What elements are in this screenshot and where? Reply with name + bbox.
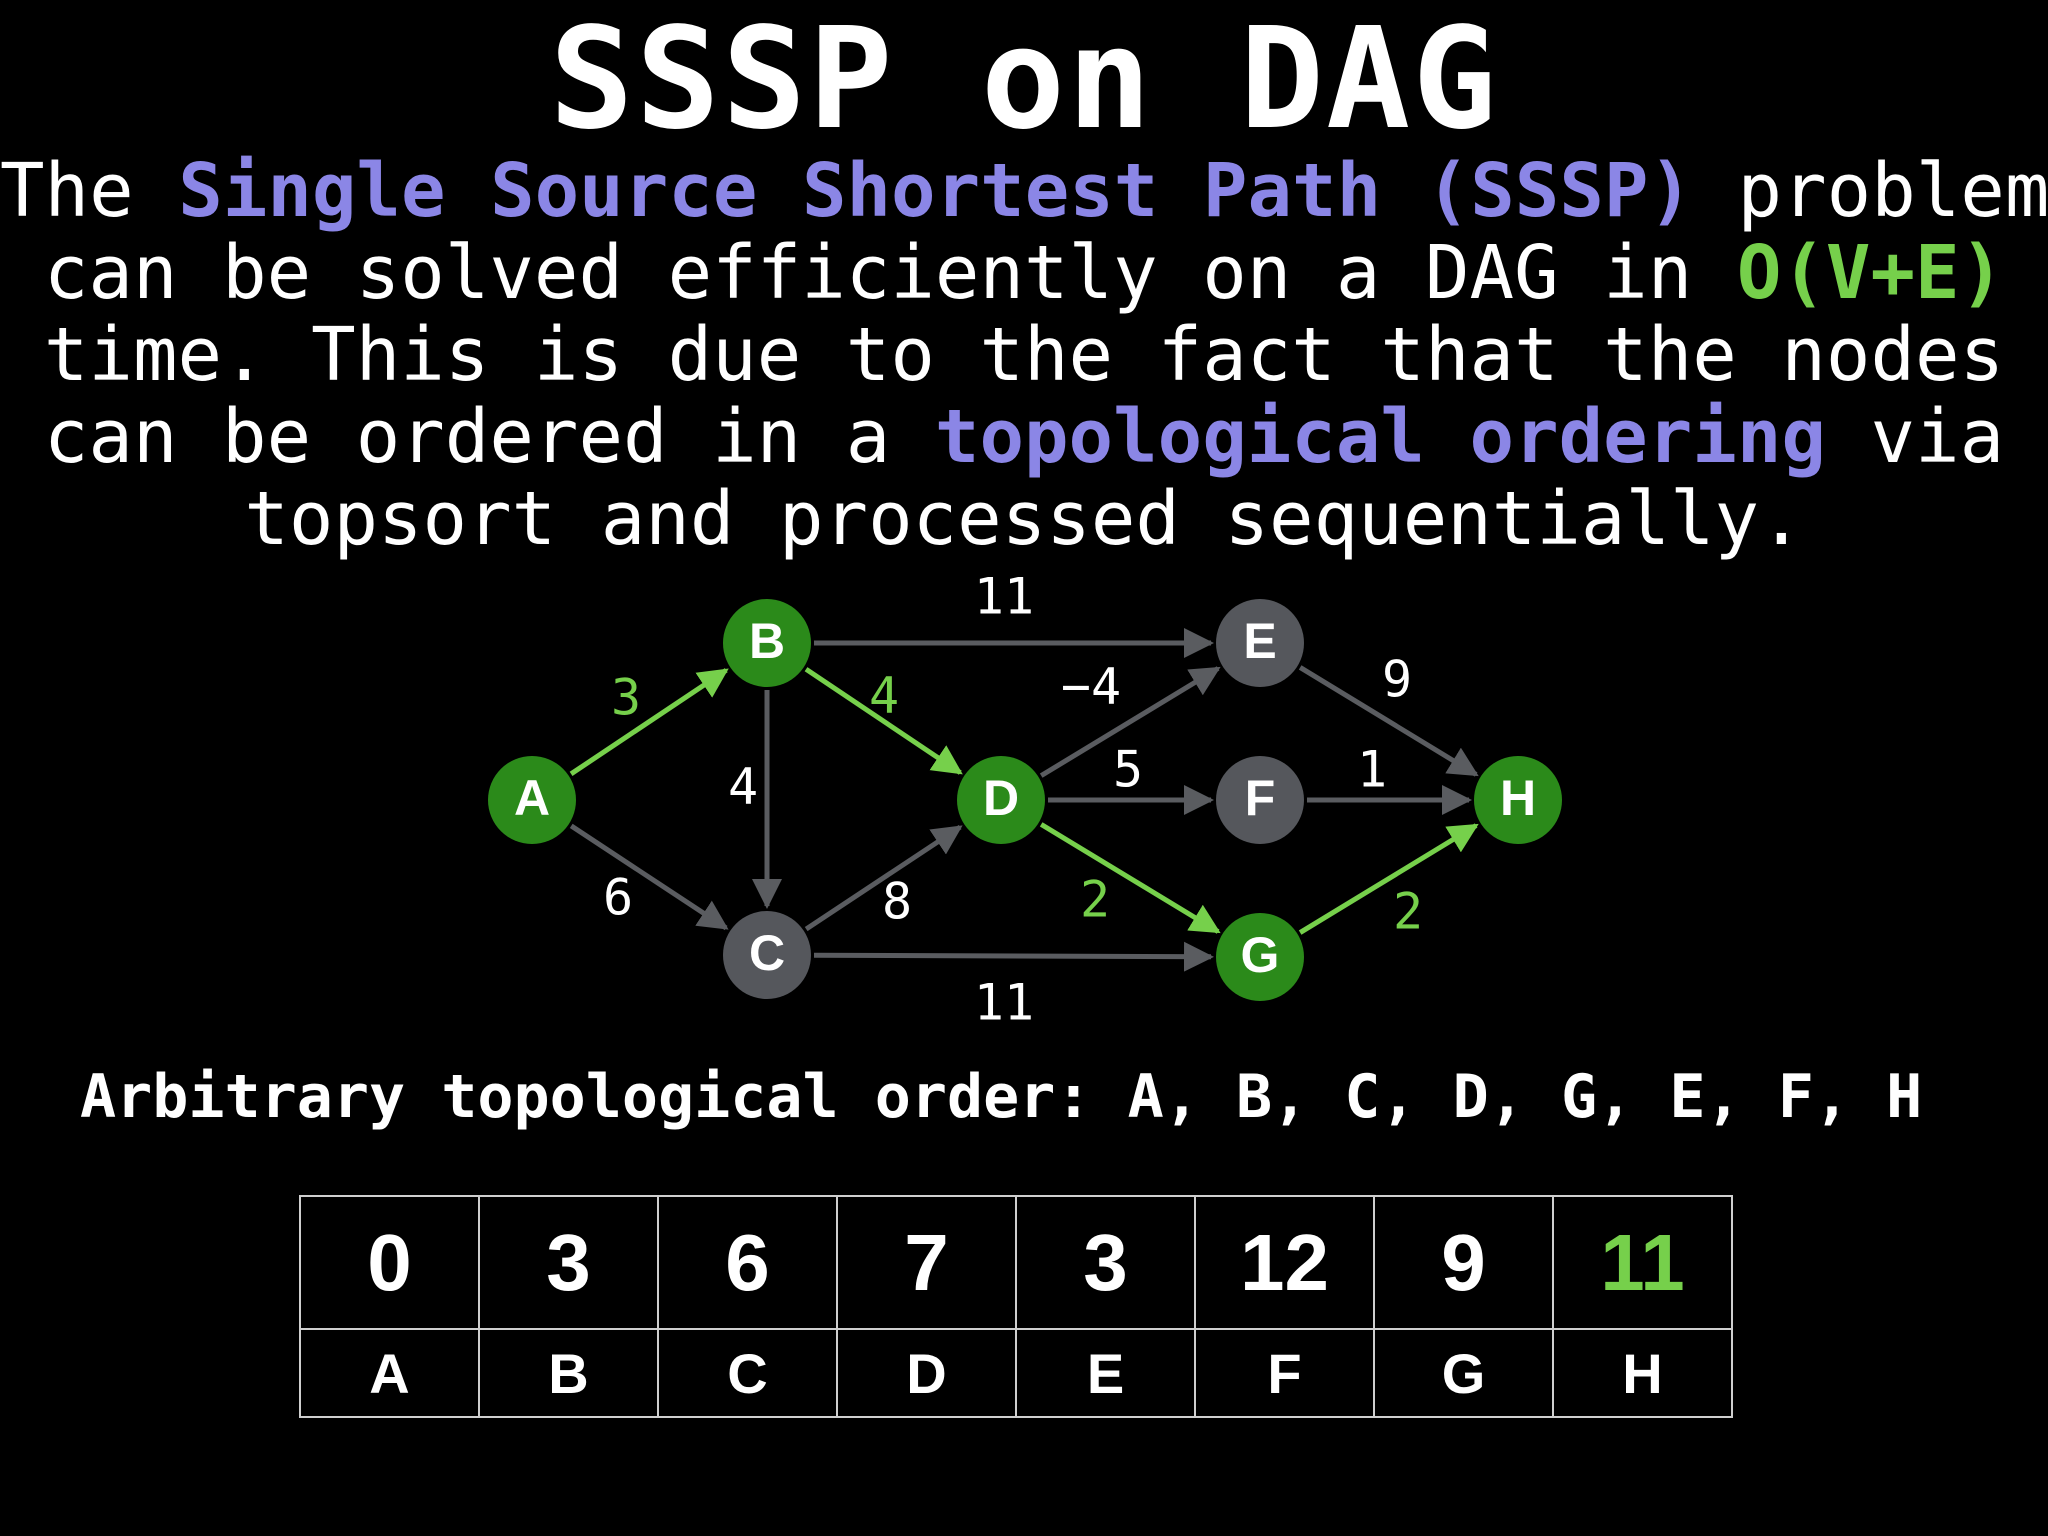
edge-weight-d-f: 5 xyxy=(1113,741,1143,799)
node-label-cell-h: H xyxy=(1552,1328,1733,1418)
node-label-cell-b: B xyxy=(478,1328,659,1418)
node-g: G xyxy=(1216,913,1304,1001)
edge-a-b xyxy=(569,668,729,776)
node-label: H xyxy=(1500,770,1536,826)
distance-cell-e: 3 xyxy=(1015,1195,1196,1330)
node-label: C xyxy=(749,925,785,981)
distance-cell-c: 6 xyxy=(657,1195,838,1330)
edge-a-c xyxy=(569,823,729,931)
node-label-cell-e: E xyxy=(1015,1328,1196,1418)
edge-weight-f-h: 1 xyxy=(1357,741,1387,799)
node-label-cell-a: A xyxy=(299,1328,480,1418)
node-label: A xyxy=(514,770,550,826)
node-labels-row: ABCDEFGH xyxy=(299,1328,1733,1418)
edge-weight-a-c: 6 xyxy=(603,869,633,927)
edge-d-g xyxy=(1039,822,1221,934)
distance-cell-g: 9 xyxy=(1373,1195,1554,1330)
edge-weight-c-g: 11 xyxy=(974,974,1034,1032)
node-c: C xyxy=(723,911,811,999)
edge-weight-d-g: 2 xyxy=(1080,871,1110,929)
node-label-cell-c: C xyxy=(657,1328,838,1418)
node-label: D xyxy=(983,770,1019,826)
node-label-cell-f: F xyxy=(1194,1328,1375,1418)
node-h: H xyxy=(1474,756,1562,844)
distance-cell-d: 7 xyxy=(836,1195,1017,1330)
edge-weight-c-d: 8 xyxy=(882,873,912,931)
distance-cell-f: 12 xyxy=(1194,1195,1375,1330)
edge-weight-g-h: 2 xyxy=(1393,883,1423,941)
distance-table: 0 3 6 7 3 12 9 11 ABCDEFGH xyxy=(299,1195,1733,1418)
distance-cell-h: 11 xyxy=(1552,1195,1733,1330)
node-label-cell-d: D xyxy=(836,1328,1017,1418)
node-a: A xyxy=(488,756,576,844)
edge-weight-d-e: −4 xyxy=(1061,658,1121,716)
distance-values-row: 0 3 6 7 3 12 9 11 xyxy=(299,1195,1733,1330)
node-d: D xyxy=(957,756,1045,844)
node-label: E xyxy=(1243,613,1276,669)
edge-c-g xyxy=(813,941,1215,972)
distance-cell-a: 0 xyxy=(299,1195,480,1330)
node-f: F xyxy=(1216,756,1304,844)
distance-cell-b: 3 xyxy=(478,1195,659,1330)
node-label: F xyxy=(1245,770,1276,826)
edge-weight-e-h: 9 xyxy=(1382,651,1412,709)
edge-g-h xyxy=(1298,823,1479,935)
edge-weight-b-c: 4 xyxy=(728,758,758,816)
node-label: G xyxy=(1241,927,1280,983)
node-e: E xyxy=(1216,599,1304,687)
edge-weight-b-e: 11 xyxy=(974,568,1034,626)
node-label: B xyxy=(749,613,785,669)
node-b: B xyxy=(723,599,811,687)
topological-order-text: Arbitrary topological order: A, B, C, D,… xyxy=(80,1062,1923,1132)
edge-weight-b-d: 4 xyxy=(869,667,899,725)
node-label-cell-g: G xyxy=(1373,1328,1554,1418)
edge-weight-a-b: 3 xyxy=(611,669,641,727)
